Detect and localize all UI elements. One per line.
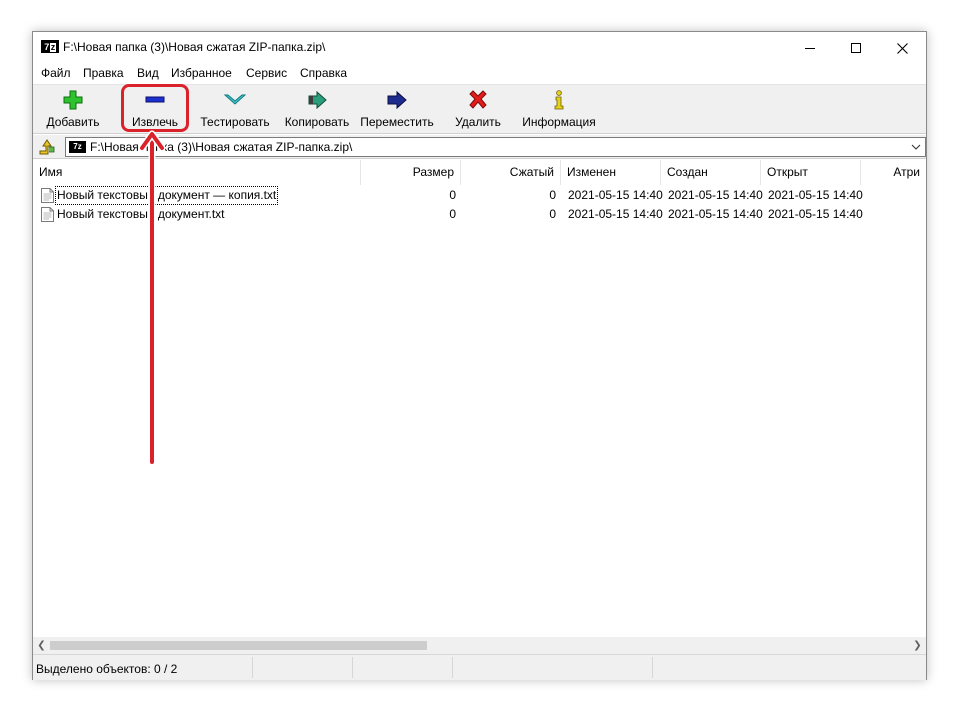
plus-icon — [63, 90, 83, 110]
column-header-accessed[interactable]: Открыт — [761, 160, 861, 185]
extract-highlight-frame — [121, 84, 189, 132]
copy-arrow-icon — [308, 90, 327, 110]
test-button[interactable]: Тестировать — [197, 85, 273, 135]
close-button[interactable] — [879, 32, 925, 62]
scrollbar-thumb[interactable] — [50, 641, 427, 650]
menu-tools-label: Сервис — [246, 66, 288, 80]
maximize-icon — [851, 43, 861, 54]
info-button[interactable]: Информация — [517, 85, 601, 135]
address-bar: 7z F:\Новая папка (3)\Новая сжатая ZIP-п… — [33, 135, 926, 159]
column-header-size[interactable]: Размер — [361, 160, 461, 185]
menu-bar: Файл Правка Вид Избранное Сервис Справка — [33, 63, 926, 83]
file-name: Новый текстовый документ — копия.txt — [55, 186, 279, 205]
file-modified: 2021-05-15 14:40 — [568, 188, 663, 202]
delete-button[interactable]: Удалить — [447, 85, 509, 135]
column-header-attributes[interactable]: Атри — [861, 160, 926, 185]
status-bar: Выделено объектов: 0 / 2 — [33, 654, 926, 680]
file-created: 2021-05-15 14:40 — [668, 188, 763, 202]
status-segment — [253, 657, 353, 678]
status-selection-text: Выделено объектов: 0 / 2 — [36, 662, 178, 676]
text-file-icon — [41, 207, 54, 222]
file-accessed: 2021-05-15 14:40 — [768, 207, 863, 221]
status-selection: Выделено объектов: 0 / 2 — [33, 657, 253, 678]
status-segment — [353, 657, 453, 678]
info-button-label: Информация — [522, 115, 596, 129]
copy-button-label: Копировать — [284, 115, 350, 129]
column-name-label: Имя — [39, 165, 63, 179]
text-file-icon — [41, 188, 54, 203]
menu-favorites-label: Избранное — [171, 66, 232, 80]
horizontal-scrollbar[interactable]: ❮ ❯ — [33, 637, 926, 654]
move-button[interactable]: Переместить — [357, 85, 437, 135]
chevron-down-icon[interactable] — [911, 140, 921, 154]
file-list[interactable]: Имя Размер Сжатый Изменен Создан Открыт … — [33, 160, 926, 654]
column-modified-label: Изменен — [567, 165, 616, 179]
window-title: F:\Новая папка (3)\Новая сжатая ZIP-папк… — [63, 40, 326, 54]
add-button-label: Добавить — [46, 115, 100, 129]
scroll-left-icon[interactable]: ❮ — [33, 637, 50, 654]
scroll-right-icon[interactable]: ❯ — [909, 637, 926, 654]
maximize-button[interactable] — [833, 32, 879, 62]
file-accessed: 2021-05-15 14:40 — [768, 188, 863, 202]
menu-file[interactable]: Файл — [41, 66, 71, 80]
test-button-label: Тестировать — [200, 115, 270, 129]
column-packed-label: Сжатый — [509, 165, 554, 179]
menu-file-label: Файл — [41, 66, 71, 80]
move-arrow-icon — [387, 90, 407, 110]
column-header-created[interactable]: Создан — [661, 160, 761, 185]
column-header-modified[interactable]: Изменен — [561, 160, 661, 185]
minimize-button[interactable] — [787, 32, 833, 62]
column-size-label: Размер — [412, 165, 454, 179]
copy-button[interactable]: Копировать — [279, 85, 355, 135]
sevenzip-app-icon: 7z — [41, 40, 59, 53]
menu-help-label: Справка — [300, 66, 348, 80]
file-packed-size: 0 — [549, 188, 556, 202]
table-row[interactable]: Новый текстовый документ.txt 0 0 2021-05… — [33, 205, 926, 224]
menu-edit[interactable]: Правка — [83, 66, 124, 80]
sevenzip-path-icon: 7z — [69, 141, 86, 153]
file-size: 0 — [449, 188, 456, 202]
menu-help[interactable]: Справка — [300, 66, 347, 80]
file-name: Новый текстовый документ.txt — [57, 207, 225, 221]
address-path: F:\Новая папка (3)\Новая сжатая ZIP-папк… — [90, 140, 353, 154]
menu-favorites[interactable]: Избранное — [171, 66, 232, 80]
column-created-label: Создан — [667, 165, 708, 179]
move-button-label: Переместить — [360, 115, 434, 129]
file-packed-size: 0 — [549, 207, 556, 221]
check-chevron-icon — [224, 94, 246, 105]
delete-button-label: Удалить — [455, 115, 501, 129]
column-accessed-label: Открыт — [767, 165, 808, 179]
menu-view-label: Вид — [137, 66, 159, 80]
column-attributes-label: Атри — [893, 165, 920, 179]
title-bar: 7z F:\Новая папка (3)\Новая сжатая ZIP-п… — [33, 32, 926, 62]
menu-tools[interactable]: Сервис — [246, 66, 287, 80]
close-icon — [896, 42, 908, 54]
file-created: 2021-05-15 14:40 — [668, 207, 763, 221]
file-size: 0 — [449, 207, 456, 221]
column-header-packed[interactable]: Сжатый — [461, 160, 561, 185]
table-row[interactable]: Новый текстовый документ — копия.txt 0 0… — [33, 186, 926, 205]
minimize-icon — [805, 47, 815, 49]
delete-x-icon — [469, 90, 487, 109]
column-header-name[interactable]: Имя — [33, 160, 361, 185]
info-icon — [554, 90, 564, 110]
status-segment — [453, 657, 653, 678]
add-button[interactable]: Добавить — [39, 85, 107, 135]
menu-view[interactable]: Вид — [137, 66, 159, 80]
up-folder-icon[interactable] — [38, 138, 56, 156]
address-input[interactable]: 7z F:\Новая папка (3)\Новая сжатая ZIP-п… — [65, 137, 926, 157]
file-modified: 2021-05-15 14:40 — [568, 207, 663, 221]
menu-edit-label: Правка — [83, 66, 124, 80]
